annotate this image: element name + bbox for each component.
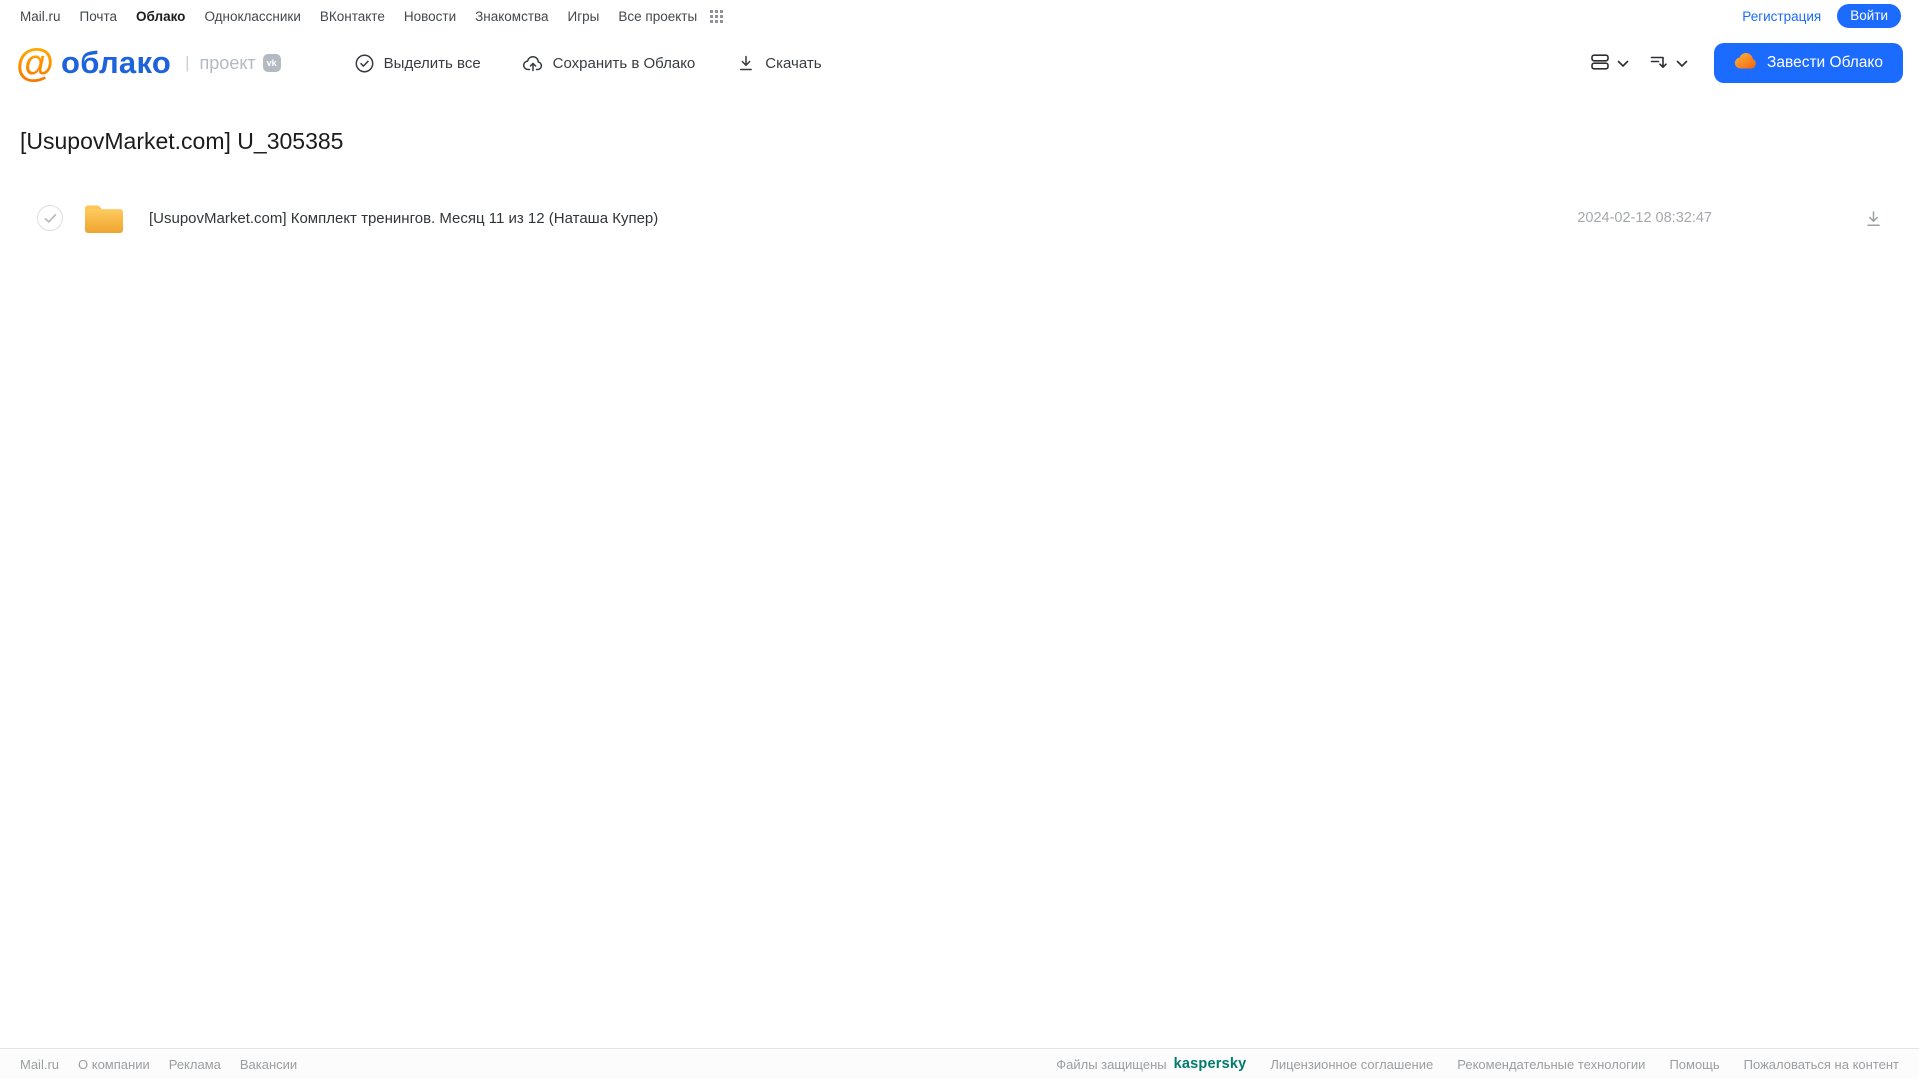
logo-project-label: проект — [199, 52, 256, 73]
kaspersky-logo: kaspersky — [1173, 1056, 1247, 1072]
cloud-logo-icon — [1734, 52, 1757, 74]
footer-link-recommend-tech[interactable]: Рекомендательные технологии — [1457, 1057, 1645, 1072]
footer-left-links: Mail.ru О компании Реклама Вакансии — [20, 1057, 297, 1072]
download-button[interactable]: Скачать — [737, 54, 822, 72]
nav-link-vkontakte[interactable]: ВКонтакте — [320, 9, 385, 24]
nav-link-pochta[interactable]: Почта — [80, 9, 118, 24]
footer-link-jobs[interactable]: Вакансии — [240, 1057, 297, 1072]
header: @ облако | проект vk Выделить все Сохран… — [0, 32, 1919, 94]
download-icon — [737, 54, 755, 72]
file-row[interactable]: [UsupovMarket.com] Комплект тренингов. М… — [20, 195, 1899, 241]
logo-wordmark: облако — [61, 45, 172, 80]
nav-link-oblako[interactable]: Облако — [136, 9, 185, 24]
chevron-down-icon — [1676, 56, 1688, 71]
cloud-upload-icon — [522, 54, 543, 72]
footer-link-mailru[interactable]: Mail.ru — [20, 1057, 59, 1072]
footer-link-license[interactable]: Лицензионное соглашение — [1270, 1057, 1433, 1072]
nav-link-mailru[interactable]: Mail.ru — [20, 9, 61, 24]
row-download-button[interactable] — [1864, 209, 1883, 228]
file-date: 2024-02-12 08:32:47 — [1577, 210, 1712, 226]
check-circle-icon — [355, 54, 374, 73]
footer-right-links: Файлы защищены kaspersky Лицензионное со… — [1056, 1056, 1899, 1072]
check-icon — [44, 213, 56, 223]
vk-icon: vk — [262, 54, 281, 72]
nav-link-odnoklassniki[interactable]: Одноклассники — [204, 9, 300, 24]
chevron-down-icon — [1617, 56, 1629, 71]
mailru-at-icon: @ — [16, 41, 55, 85]
save-to-cloud-button[interactable]: Сохранить в Облако — [522, 54, 696, 72]
nav-link-znakomstva[interactable]: Знакомства — [475, 9, 548, 24]
nav-link-vse-proekty[interactable]: Все проекты — [618, 9, 697, 24]
nav-link-novosti[interactable]: Новости — [404, 9, 456, 24]
footer-link-help[interactable]: Помощь — [1669, 1057, 1719, 1072]
create-cloud-label: Завести Облако — [1767, 54, 1883, 71]
footer: Mail.ru О компании Реклама Вакансии Файл… — [0, 1048, 1919, 1079]
row-checkbox[interactable] — [37, 205, 63, 231]
create-cloud-button[interactable]: Завести Облако — [1714, 43, 1903, 83]
download-label: Скачать — [765, 54, 822, 72]
sort-icon — [1649, 52, 1669, 75]
page-title: [UsupovMarket.com] U_305385 — [20, 128, 344, 154]
select-all-label: Выделить все — [383, 54, 481, 72]
select-all-button[interactable]: Выделить все — [355, 54, 481, 73]
sort-selector[interactable] — [1649, 52, 1688, 75]
footer-link-ads[interactable]: Реклама — [169, 1057, 221, 1072]
logo-separator: | — [185, 53, 190, 72]
footer-link-about[interactable]: О компании — [78, 1057, 150, 1072]
file-toolbar: Выделить все Сохранить в Облако Скачать — [355, 54, 822, 73]
download-icon — [1867, 210, 1880, 226]
file-name-link[interactable]: [UsupovMarket.com] Комплект тренингов. М… — [149, 210, 658, 227]
login-button[interactable]: Войти — [1837, 4, 1901, 28]
list-view-icon — [1590, 52, 1610, 75]
footer-link-report-content[interactable]: Пожаловаться на контент — [1744, 1057, 1899, 1072]
protected-label: Файлы защищены — [1056, 1056, 1167, 1072]
folder-icon — [82, 200, 126, 236]
main-content: [UsupovMarket.com] U_305385 [UsupovMarke… — [0, 128, 1919, 241]
view-mode-selector[interactable] — [1590, 52, 1629, 75]
nav-link-igry[interactable]: Игры — [568, 9, 600, 24]
save-to-cloud-label: Сохранить в Облако — [552, 54, 696, 72]
header-right-controls: Завести Облако — [1590, 43, 1903, 83]
registration-link[interactable]: Регистрация — [1742, 9, 1821, 24]
cloud-logo[interactable]: @ облако | проект vk — [16, 44, 281, 83]
all-projects-grid-icon[interactable] — [710, 9, 724, 23]
top-nav-bar: Mail.ru Почта Облако Одноклассники ВКонт… — [0, 0, 1919, 32]
kaspersky-protection: Файлы защищены kaspersky — [1056, 1056, 1246, 1072]
